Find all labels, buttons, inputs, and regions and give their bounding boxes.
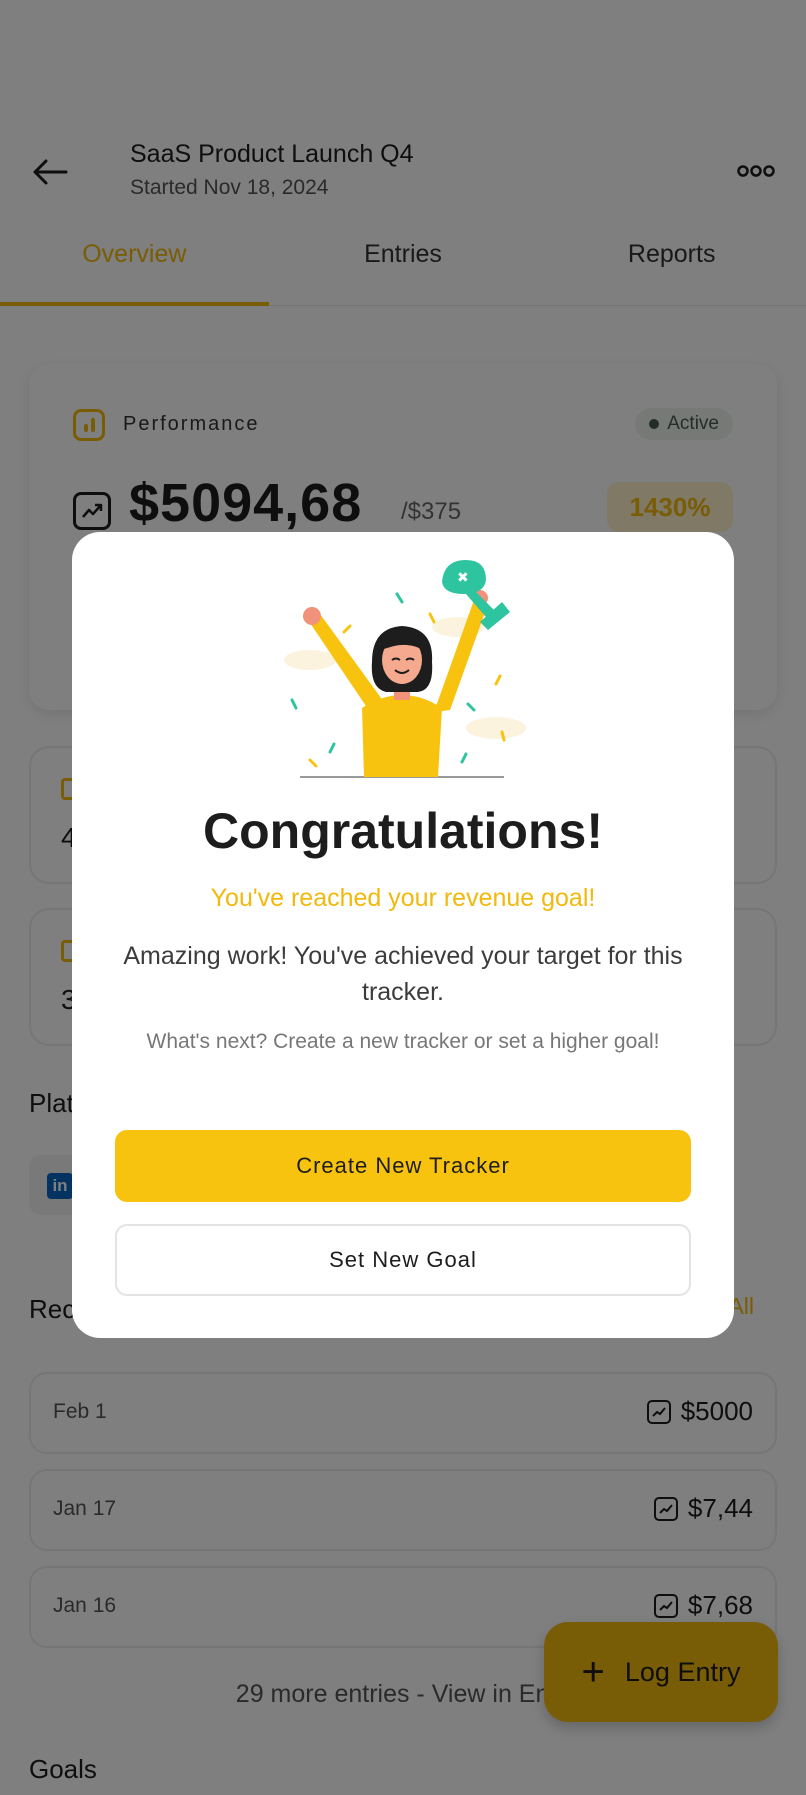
dialog-subtitle: You've reached your revenue goal! xyxy=(210,884,596,912)
svg-text:✖: ✖ xyxy=(457,569,469,585)
dialog-body-text: Amazing work! You've achieved your targe… xyxy=(123,942,683,1006)
dialog-title: Congratulations! xyxy=(203,803,603,859)
set-new-goal-button[interactable]: Set New Goal xyxy=(115,1224,691,1296)
congratulations-dialog: ✖ Congratulations! You've reached your r… xyxy=(72,532,734,1338)
create-new-tracker-button[interactable]: Create New Tracker xyxy=(115,1130,691,1202)
dialog-note-text: What's next? Create a new tracker or set… xyxy=(146,1030,660,1053)
celebration-illustration: ✖ xyxy=(284,560,526,778)
